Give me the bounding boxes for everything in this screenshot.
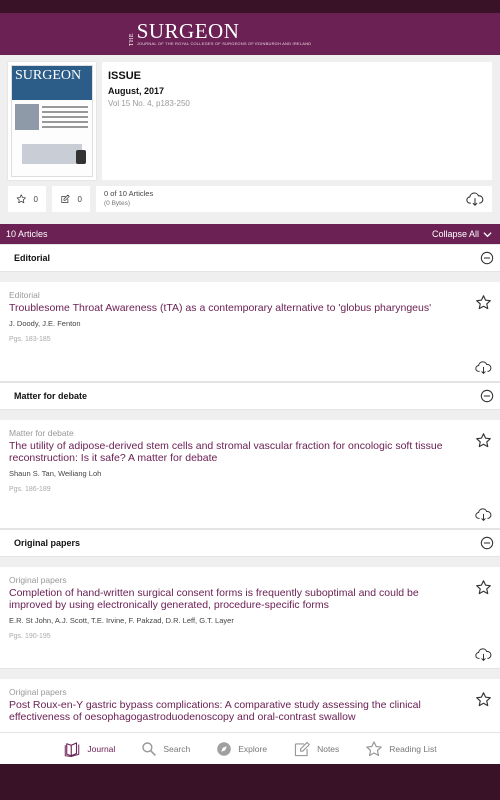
cover-crest [76, 150, 86, 164]
article-pages: Pgs. 190-195 [9, 633, 51, 640]
star-outline-icon [16, 194, 26, 204]
article-authors: J. Doody, J.E. Fenton [9, 319, 81, 328]
tab-reading-list[interactable]: Reading List [352, 740, 449, 758]
chevron-down-icon [483, 231, 492, 237]
article-title[interactable]: Troublesome Throat Awareness (tTA) as a … [9, 302, 460, 314]
article-authors: E.R. St John, A.J. Scott, T.E. Irvine, F… [9, 616, 234, 625]
star-icon [366, 740, 383, 756]
tab-journal[interactable]: Journal [50, 741, 128, 757]
article-section: Matter for debate [9, 428, 74, 438]
section-header-editorial[interactable]: Editorial [0, 244, 500, 272]
notes-icon [294, 741, 310, 756]
star-outline-icon[interactable] [475, 579, 492, 596]
section-header-matter-for-debate[interactable]: Matter for debate [0, 382, 500, 410]
cover-title: SURGEON [12, 66, 92, 100]
tab-explore[interactable]: Explore [203, 741, 280, 757]
tab-label: Journal [87, 743, 116, 754]
article-title[interactable]: Completion of hand-written surgical cons… [9, 587, 460, 611]
logo-subtitle: JOURNAL OF THE ROYAL COLLEGES OF SURGEON… [136, 41, 312, 46]
favorites-stat[interactable]: 0 [8, 186, 46, 212]
tab-label: Explore [238, 743, 268, 754]
notes-count: 0 [77, 194, 82, 204]
tab-label: Reading List [389, 743, 437, 754]
issue-volume: Vol 15 No. 4, p183-250 [108, 99, 190, 108]
issue-stats: 0 0 0 of 10 Articles (0 Bytes) [8, 186, 492, 214]
tab-label: Notes [317, 743, 340, 754]
article-pages: Pgs. 186-189 [9, 486, 51, 493]
article-item[interactable]: Original papers Completion of hand-writt… [0, 567, 500, 669]
article-item[interactable]: Matter for debate The utility of adipose… [0, 420, 500, 529]
cover-image: SURGEON [11, 65, 93, 177]
download-stat: 0 of 10 Articles (0 Bytes) [96, 186, 492, 212]
section-heading: Matter for debate [14, 391, 88, 401]
collapse-all-button[interactable]: Collapse All [432, 229, 492, 239]
bottom-tab-bar: Journal Search Explore Notes Reading Lis… [0, 732, 500, 764]
cover-photo [15, 104, 39, 130]
issue-label: ISSUE [108, 70, 142, 82]
notes-stat[interactable]: 0 [52, 186, 90, 212]
journal-logo: THE SURGEON JOURNAL OF THE ROYAL COLLEGE… [128, 19, 312, 47]
favorites-count: 0 [33, 194, 38, 204]
star-outline-icon[interactable] [475, 294, 492, 311]
cover-toc-lines [42, 106, 88, 131]
cover-title-text: SURGEON [15, 68, 82, 83]
star-outline-icon[interactable] [475, 432, 492, 449]
downloaded-size: (0 Bytes) [104, 200, 131, 207]
tab-search[interactable]: Search [128, 741, 203, 757]
collapse-section-icon[interactable] [480, 536, 494, 550]
article-section: Editorial [9, 290, 40, 300]
issue-cover[interactable]: SURGEON [8, 62, 96, 180]
articles-count: 10 Articles [6, 229, 48, 239]
cloud-download-icon[interactable] [475, 507, 492, 522]
collapse-section-icon[interactable] [480, 251, 494, 265]
articles-list-header: 10 Articles Collapse All [0, 224, 500, 244]
star-outline-icon[interactable] [475, 691, 492, 708]
article-item[interactable]: Editorial Troublesome Throat Awareness (… [0, 282, 500, 382]
article-title[interactable]: Post Roux-en-Y gastric bypass complicati… [9, 699, 460, 723]
edit-note-icon [61, 194, 70, 203]
navigation-bar [0, 764, 500, 800]
section-heading: Original papers [14, 538, 81, 548]
logo-the: THE [128, 32, 135, 46]
article-item[interactable]: Original papers Post Roux-en-Y gastric b… [0, 679, 500, 732]
cover-building-image [22, 144, 82, 164]
journal-icon [65, 741, 80, 757]
status-bar [0, 0, 500, 13]
search-icon [142, 741, 157, 756]
spacer [0, 272, 500, 282]
issue-info: ISSUE August, 2017 Vol 15 No. 4, p183-25… [102, 62, 492, 180]
tab-label: Search [163, 743, 191, 754]
issue-date: August, 2017 [108, 86, 165, 96]
article-authors: Shaun S. Tan, Weiliang Loh [9, 469, 102, 478]
tab-notes[interactable]: Notes [280, 741, 352, 757]
section-heading: Editorial [14, 253, 51, 263]
issue-card: SURGEON ISSUE August, 2017 Vol 15 No. 4,… [8, 62, 492, 180]
spacer [0, 669, 500, 679]
article-section: Original papers [9, 575, 67, 585]
collapse-section-icon[interactable] [480, 389, 494, 403]
cloud-download-icon[interactable] [475, 360, 492, 375]
article-section: Original papers [9, 687, 67, 697]
downloaded-articles: 0 of 10 Articles [104, 189, 154, 198]
collapse-all-label: Collapse All [431, 229, 479, 239]
compass-icon [217, 741, 232, 756]
article-title[interactable]: The utility of adipose-derived stem cell… [9, 440, 460, 464]
cloud-download-icon[interactable] [466, 191, 484, 207]
brand-header: THE SURGEON JOURNAL OF THE ROYAL COLLEGE… [0, 13, 500, 55]
spacer [0, 410, 500, 420]
logo-name: SURGEON [136, 19, 240, 43]
article-pages: Pgs. 183-185 [9, 336, 51, 343]
spacer [0, 557, 500, 567]
articles-list: Editorial Editorial Troublesome Throat A… [0, 244, 500, 732]
section-header-original-papers[interactable]: Original papers [0, 529, 500, 557]
cloud-download-icon[interactable] [475, 647, 492, 662]
